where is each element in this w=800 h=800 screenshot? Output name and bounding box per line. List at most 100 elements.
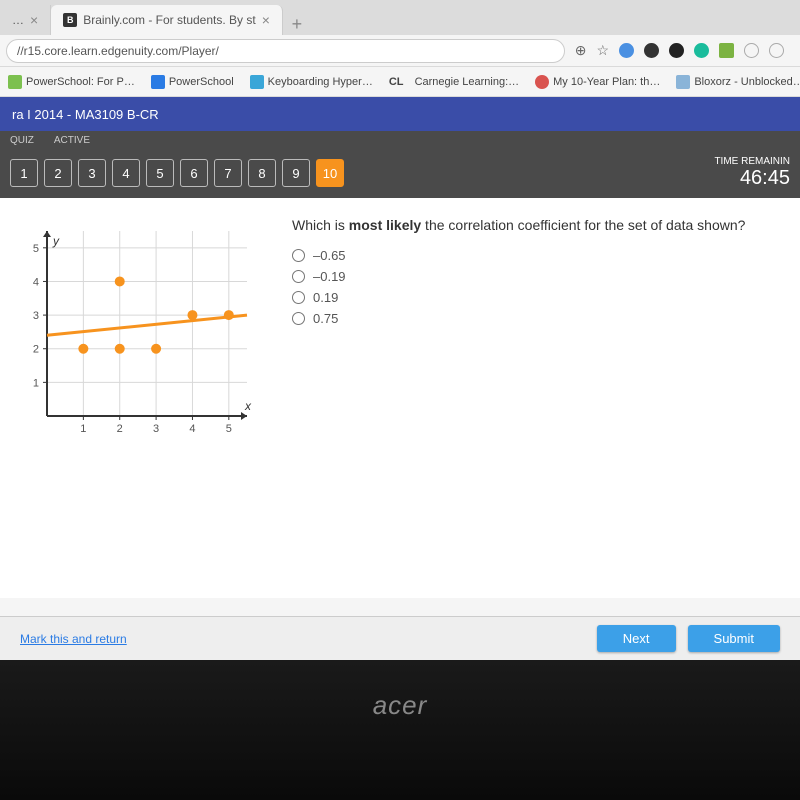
tab-title: … [12,13,24,27]
timer-label: TIME REMAININ [714,156,790,167]
question-text-part: the correlation coefficient for the set … [421,217,745,233]
question-number-button[interactable]: 4 [112,159,140,187]
star-icon[interactable]: ☆ [596,42,609,59]
profile-icon[interactable] [744,43,759,58]
svg-text:5: 5 [226,423,232,435]
question-number-button[interactable]: 1 [10,159,38,187]
submit-button[interactable]: Submit [688,625,780,652]
bookmark-icon [8,75,22,89]
chart-panel: 1234512345xy [12,216,272,580]
browser-tab-strip: … × B Brainly.com - For students. By st … [0,0,800,35]
laptop-bezel: acer [0,660,800,800]
bookmark-item[interactable]: PowerSchool: For P… [8,75,135,89]
course-header: ra I 2014 - MA3109 B-CR [0,97,800,131]
bookmark-item[interactable]: My 10-Year Plan: th… [535,75,660,89]
question-number-button[interactable]: 6 [180,159,208,187]
question-number-button[interactable]: 2 [44,159,72,187]
timer: TIME REMAININ 46:45 [714,156,790,190]
bookmark-label: Keyboarding Hyper… [268,76,373,88]
question-text: Which is most likely the correlation coe… [292,216,788,236]
new-tab-button[interactable]: + [283,14,311,35]
answer-radio[interactable] [292,312,305,325]
zoom-icon[interactable]: ⊕ [575,42,587,59]
svg-text:3: 3 [33,310,39,322]
extension-icon[interactable] [644,43,659,58]
close-icon[interactable]: × [30,12,38,28]
question-content: 1234512345xy Which is most likely the co… [0,198,800,598]
svg-text:2: 2 [117,423,123,435]
bookmark-item[interactable]: Keyboarding Hyper… [250,75,373,89]
scatter-chart: 1234512345xy [12,216,272,446]
bookmark-item[interactable]: Bloxorz - Unblocked… [676,75,800,89]
svg-text:3: 3 [153,423,159,435]
timer-value: 46:45 [714,167,790,190]
svg-text:x: x [244,399,252,413]
extension-icon[interactable] [669,43,684,58]
bookmark-item[interactable]: PowerSchool [151,75,234,89]
browser-tab[interactable]: … × [0,5,51,35]
svg-text:4: 4 [33,276,39,288]
bookmark-label: Bloxorz - Unblocked… [694,76,800,88]
mark-return-link[interactable]: Mark this and return [20,632,127,646]
bookmark-icon [676,75,690,89]
question-text-bold: most likely [349,217,421,233]
answer-option[interactable]: 0.19 [292,290,788,305]
laptop-frame: … × B Brainly.com - For students. By st … [0,0,800,800]
bookmark-label: PowerSchool: For P… [26,76,135,88]
question-number-button[interactable]: 3 [78,159,106,187]
svg-text:y: y [52,234,60,248]
course-title: ra I 2014 - MA3109 B-CR [12,107,159,122]
close-icon[interactable]: × [262,12,270,28]
question-number-button[interactable]: 8 [248,159,276,187]
footer-buttons: Next Submit [597,625,780,652]
bookmark-item[interactable]: CL Carnegie Learning:… [389,76,519,88]
bookmark-label: CL [389,76,404,88]
answer-option[interactable]: 0.75 [292,311,788,326]
svg-text:1: 1 [33,377,39,389]
extension-icon[interactable] [719,43,734,58]
bookmark-icon [151,75,165,89]
screen: … × B Brainly.com - For students. By st … [0,0,800,660]
answer-radio[interactable] [292,291,305,304]
question-number-button[interactable]: 7 [214,159,242,187]
answer-label: –0.19 [313,269,346,284]
question-number-button[interactable]: 10 [316,159,344,187]
answer-radio[interactable] [292,270,305,283]
favicon-icon: B [63,13,77,27]
tab-title: Brainly.com - For students. By st [83,13,256,27]
svg-text:2: 2 [33,344,39,356]
menu-icon[interactable] [769,43,784,58]
svg-text:4: 4 [189,423,195,435]
question-panel: Which is most likely the correlation coe… [292,216,788,580]
bookmark-label: PowerSchool [169,76,234,88]
quiz-status: Active [54,135,90,146]
laptop-brand-logo: acer [373,690,428,721]
bookmarks-bar: PowerSchool: For P… PowerSchool Keyboard… [0,67,800,97]
answer-option[interactable]: –0.65 [292,248,788,263]
address-bar: ⊕ ☆ [0,35,800,67]
answer-label: 0.19 [313,290,338,305]
answer-option[interactable]: –0.19 [292,269,788,284]
answer-label: 0.75 [313,311,338,326]
url-input[interactable] [6,39,565,63]
options-list: –0.65 –0.19 0.19 0.75 [292,248,788,326]
extension-icon[interactable] [619,43,634,58]
quiz-status-row: Quiz Active [0,131,800,150]
bookmark-icon [250,75,264,89]
quiz-label: Quiz [10,135,34,146]
question-number-button[interactable]: 9 [282,159,310,187]
question-number-list: 12345678910 [10,159,344,187]
question-nav: 12345678910 TIME REMAININ 46:45 [0,150,800,198]
question-text-part: Which is [292,217,349,233]
answer-radio[interactable] [292,249,305,262]
quiz-footer: Mark this and return Next Submit [0,616,800,660]
extension-icon[interactable] [694,43,709,58]
svg-text:5: 5 [33,243,39,255]
browser-tab-active[interactable]: B Brainly.com - For students. By st × [51,5,283,35]
next-button[interactable]: Next [597,625,676,652]
toolbar-icons: ⊕ ☆ [565,42,794,59]
bookmark-label: My 10-Year Plan: th… [553,76,660,88]
question-number-button[interactable]: 5 [146,159,174,187]
svg-text:1: 1 [80,423,86,435]
bookmark-label: Carnegie Learning:… [415,76,520,88]
